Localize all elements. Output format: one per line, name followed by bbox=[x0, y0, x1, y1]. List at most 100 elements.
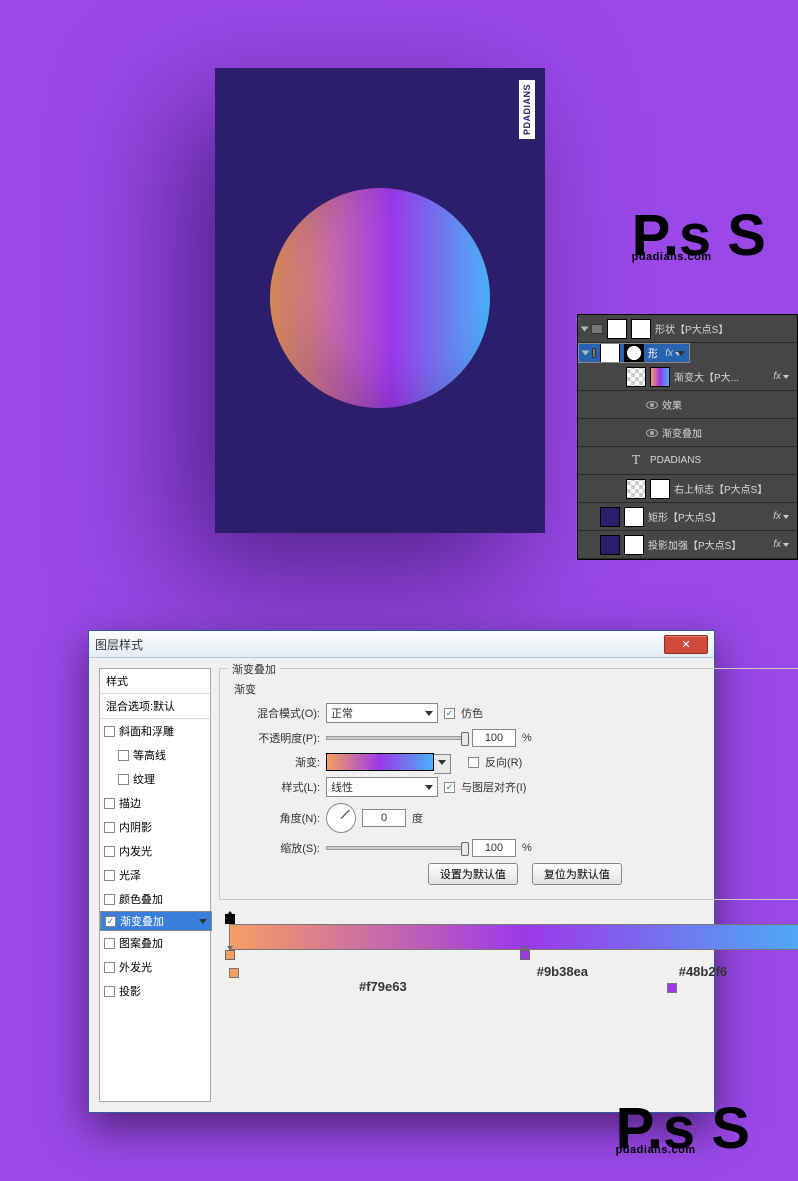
layer-name: 矩形【P大点S】 bbox=[648, 509, 721, 524]
thumb-icon bbox=[600, 535, 620, 555]
checkbox-icon[interactable] bbox=[104, 962, 115, 973]
close-button[interactable]: ✕ bbox=[664, 635, 708, 654]
checkbox-icon[interactable] bbox=[118, 774, 129, 785]
scale-label: 缩放(S): bbox=[230, 840, 320, 856]
checkbox-icon[interactable] bbox=[104, 798, 115, 809]
mask-thumb-icon bbox=[631, 319, 651, 339]
align-label: 与图层对齐(I) bbox=[461, 779, 526, 795]
canvas-area: PDADIANS P.s S pdadians.com 形状【P大点S】 形状【… bbox=[0, 0, 798, 590]
layer-row[interactable]: 矩形【P大点S】 fx bbox=[578, 503, 797, 531]
eye-icon[interactable] bbox=[646, 401, 658, 409]
twisty-icon[interactable] bbox=[582, 351, 590, 356]
opacity-label: 不透明度(P): bbox=[230, 730, 320, 746]
eye-icon[interactable] bbox=[646, 429, 658, 437]
checkbox-icon[interactable] bbox=[118, 750, 129, 761]
twisty-icon[interactable] bbox=[581, 326, 589, 331]
layer-row[interactable]: 形状【P... fx bbox=[578, 343, 690, 363]
style-item-satin[interactable]: 光泽 bbox=[100, 863, 210, 887]
layer-fx-row[interactable]: 渐变叠加 bbox=[578, 419, 797, 447]
opacity-input[interactable]: 100 bbox=[472, 729, 516, 747]
fx-badge[interactable]: fx bbox=[769, 511, 793, 522]
thumb-icon bbox=[624, 507, 644, 527]
thumb-icon bbox=[624, 535, 644, 555]
style-item-inner-glow[interactable]: 内发光 bbox=[100, 839, 210, 863]
poster-gradient-circle bbox=[270, 188, 490, 408]
layer-name: 右上标志【P大点S】 bbox=[674, 481, 767, 496]
checkbox-icon[interactable] bbox=[104, 938, 115, 949]
scale-input[interactable]: 100 bbox=[472, 839, 516, 857]
dialog-titlebar[interactable]: 图层样式 ✕ bbox=[89, 631, 714, 658]
checkbox-icon[interactable] bbox=[104, 894, 115, 905]
layer-fx-row[interactable]: 效果 bbox=[578, 391, 797, 419]
dither-label: 仿色 bbox=[461, 705, 483, 721]
fx-badge[interactable]: fx bbox=[769, 371, 793, 382]
percent-label: % bbox=[522, 732, 534, 744]
opacity-slider[interactable] bbox=[326, 736, 466, 740]
folder-icon bbox=[591, 324, 603, 334]
checkbox-icon[interactable] bbox=[104, 986, 115, 997]
fx-badge[interactable]: fx bbox=[661, 348, 685, 359]
style-item-contour[interactable]: 等高线 bbox=[100, 743, 210, 767]
reverse-checkbox[interactable] bbox=[468, 757, 479, 768]
angle-label: 角度(N): bbox=[230, 810, 320, 826]
reverse-label: 反向(R) bbox=[485, 754, 522, 770]
style-item-drop-shadow[interactable]: 投影 bbox=[100, 979, 210, 1003]
color-chip-icon bbox=[667, 983, 677, 993]
style-item-stroke[interactable]: 描边 bbox=[100, 791, 210, 815]
style-list: 样式 混合选项:默认 斜面和浮雕 等高线 纹理 描边 内阴影 内发光 光泽 颜色… bbox=[99, 668, 211, 1102]
thumb-icon bbox=[650, 479, 670, 499]
watermark: P.s S pdadians.com bbox=[616, 1108, 750, 1156]
watermark: P.s S pdadians.com bbox=[632, 215, 766, 263]
thumb-icon bbox=[607, 319, 627, 339]
angle-dial[interactable] bbox=[326, 803, 356, 833]
style-item-color-overlay[interactable]: 颜色叠加 bbox=[100, 887, 210, 911]
poster-badge: PDADIANS bbox=[519, 80, 535, 139]
checkbox-checked-icon[interactable] bbox=[105, 916, 116, 927]
reset-default-button[interactable]: 复位为默认值 bbox=[532, 863, 622, 885]
checkbox-icon[interactable] bbox=[104, 870, 115, 881]
thumb-icon bbox=[626, 479, 646, 499]
align-checkbox[interactable] bbox=[444, 782, 455, 793]
style-item-texture[interactable]: 纹理 bbox=[100, 767, 210, 791]
style-select[interactable]: 线性 bbox=[326, 777, 438, 797]
layer-row[interactable]: 形状【P大点S】 bbox=[578, 315, 797, 343]
layers-panel: 形状【P大点S】 形状【P... fx 渐变大【P大... fx 效果 渐变叠加… bbox=[577, 314, 798, 560]
blend-mode-select[interactable]: 正常 bbox=[326, 703, 438, 723]
blend-header[interactable]: 混合选项:默认 bbox=[100, 694, 210, 719]
scale-slider[interactable] bbox=[326, 846, 466, 850]
layer-row[interactable]: 投影加强【P大点S】 fx bbox=[578, 531, 797, 559]
style-item-bevel[interactable]: 斜面和浮雕 bbox=[100, 719, 210, 743]
layer-name: 投影加强【P大点S】 bbox=[648, 537, 741, 552]
layer-name: 形状【P... bbox=[648, 345, 657, 361]
layer-row[interactable]: 右上标志【P大点S】 bbox=[578, 475, 797, 503]
gradient-picker[interactable] bbox=[326, 753, 434, 771]
color-stop[interactable] bbox=[225, 950, 235, 960]
dialog-area: 图层样式 ✕ 样式 混合选项:默认 斜面和浮雕 等高线 纹理 描边 内阴影 内发… bbox=[0, 590, 798, 1181]
style-label: 样式(L): bbox=[230, 779, 320, 795]
layer-row[interactable]: 渐变大【P大... fx bbox=[578, 363, 797, 391]
color-stop[interactable] bbox=[520, 950, 530, 960]
set-default-button[interactable]: 设置为默认值 bbox=[428, 863, 518, 885]
dialog-title: 图层样式 bbox=[95, 636, 143, 653]
group-subtitle: 渐变 bbox=[234, 681, 798, 697]
thumb-icon bbox=[600, 343, 620, 363]
angle-input[interactable]: 0 bbox=[362, 809, 406, 827]
layer-row[interactable]: T PDADIANS bbox=[578, 447, 797, 475]
opacity-stop[interactable] bbox=[225, 914, 235, 924]
style-item-gradient-overlay[interactable]: 渐变叠加 bbox=[100, 911, 212, 931]
dither-checkbox[interactable] bbox=[444, 708, 455, 719]
layer-name: 效果 bbox=[662, 397, 682, 412]
fx-badge[interactable]: fx bbox=[769, 539, 793, 550]
checkbox-icon[interactable] bbox=[104, 822, 115, 833]
style-item-inner-shadow[interactable]: 内阴影 bbox=[100, 815, 210, 839]
style-item-pattern-overlay[interactable]: 图案叠加 bbox=[100, 931, 210, 955]
gradient-bar[interactable] bbox=[229, 924, 798, 950]
checkbox-icon[interactable] bbox=[104, 726, 115, 737]
gradient-editor: #f79e63 #9b38ea #48b2f6 bbox=[229, 924, 798, 994]
layer-name: PDADIANS bbox=[650, 455, 701, 466]
blend-mode-label: 混合模式(O): bbox=[230, 705, 320, 721]
style-item-outer-glow[interactable]: 外发光 bbox=[100, 955, 210, 979]
checkbox-icon[interactable] bbox=[104, 846, 115, 857]
group-title: 渐变叠加 bbox=[228, 661, 280, 677]
styles-header[interactable]: 样式 bbox=[100, 669, 210, 694]
